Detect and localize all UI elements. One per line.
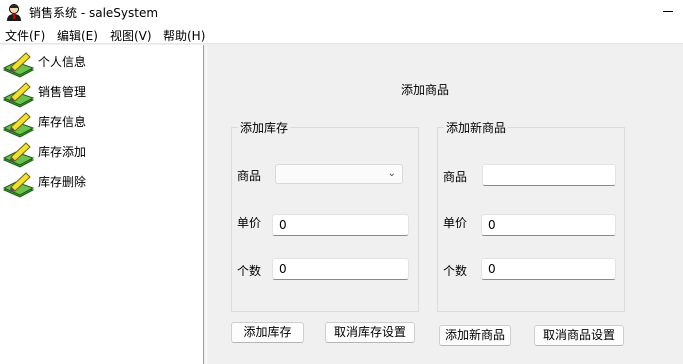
cancel-product-button[interactable]: 取消商品设置 bbox=[534, 325, 624, 346]
stock-qty-input[interactable] bbox=[272, 258, 409, 280]
menu-view[interactable]: 视图(V) bbox=[110, 27, 152, 44]
edit-pencil-icon bbox=[2, 172, 35, 198]
title-bar: 销售系统 - saleSystem bbox=[0, 0, 683, 24]
product-price-input[interactable] bbox=[481, 214, 616, 236]
sidebar-item-sales-management[interactable]: 销售管理 bbox=[2, 80, 182, 108]
menu-edit[interactable]: 编辑(E) bbox=[57, 27, 98, 44]
stock-product-select[interactable]: ⌄ bbox=[275, 164, 403, 184]
page-title: 添加商品 bbox=[401, 83, 450, 97]
sidebar-item-label: 个人信息 bbox=[38, 55, 87, 69]
product-name-input[interactable] bbox=[482, 164, 616, 186]
sidebar-item-stock-delete[interactable]: 库存删除 bbox=[2, 170, 182, 198]
add-stock-button[interactable]: 添加库存 bbox=[231, 322, 304, 343]
sidebar-item-personal-info[interactable]: 个人信息 bbox=[2, 50, 182, 78]
edit-pencil-icon bbox=[2, 82, 35, 108]
app-user-icon bbox=[5, 3, 23, 21]
add-stock-group-title: 添加库存 bbox=[238, 119, 291, 136]
sidebar-item-stock-add[interactable]: 库存添加 bbox=[2, 140, 182, 168]
product-qty-label: 个数 bbox=[443, 264, 468, 278]
product-name-label: 商品 bbox=[443, 170, 468, 184]
sidebar-item-label: 库存添加 bbox=[38, 145, 87, 159]
sidebar-item-stock-info[interactable]: 库存信息 bbox=[2, 110, 182, 138]
menu-help[interactable]: 帮助(H) bbox=[163, 27, 205, 44]
sidebar-item-label: 销售管理 bbox=[38, 85, 87, 99]
chevron-down-icon: ⌄ bbox=[387, 168, 396, 179]
product-qty-input[interactable] bbox=[481, 258, 616, 280]
menu-file[interactable]: 文件(F) bbox=[5, 27, 45, 44]
sidebar-item-label: 库存删除 bbox=[38, 175, 87, 189]
sidebar-item-label: 库存信息 bbox=[38, 115, 87, 129]
cancel-stock-button[interactable]: 取消库存设置 bbox=[325, 322, 415, 343]
edit-pencil-icon bbox=[2, 112, 35, 138]
menu-bar: 文件(F) 编辑(E) 视图(V) 帮助(H) bbox=[0, 24, 683, 44]
stock-price-label: 单价 bbox=[237, 216, 262, 230]
stock-price-input[interactable] bbox=[272, 214, 409, 236]
product-price-label: 单价 bbox=[443, 216, 468, 230]
window-title: 销售系统 - saleSystem bbox=[29, 6, 159, 20]
add-product-group-title: 添加新商品 bbox=[444, 119, 509, 136]
stock-qty-label: 个数 bbox=[237, 264, 262, 278]
sidebar-tree: 个人信息 销售管理 库存信息 库存添加 库存删除 bbox=[0, 45, 204, 364]
edit-pencil-icon bbox=[2, 52, 35, 78]
add-product-button[interactable]: 添加新商品 bbox=[439, 325, 511, 346]
minimize-button[interactable] bbox=[654, 0, 683, 24]
stock-product-label: 商品 bbox=[237, 169, 262, 183]
edit-pencil-icon bbox=[2, 142, 35, 168]
